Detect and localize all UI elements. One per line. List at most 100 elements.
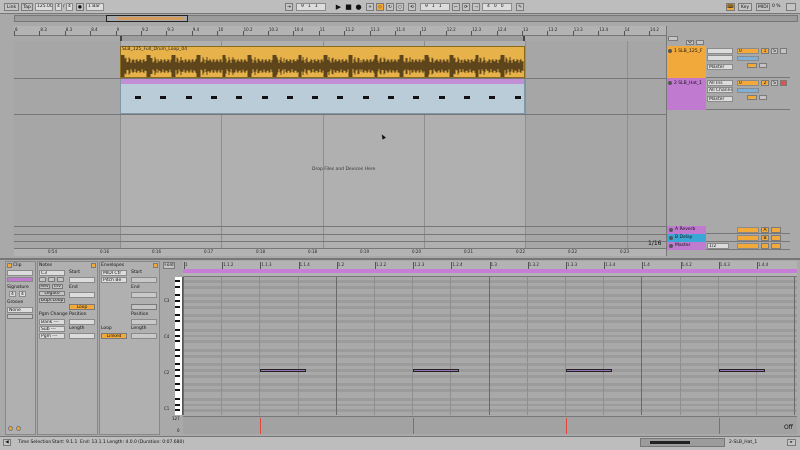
- clip-sig-den[interactable]: 4: [19, 291, 26, 297]
- return-letter[interactable]: B: [761, 235, 769, 241]
- dupl-loop-button[interactable]: Dupl.Loop: [39, 298, 65, 303]
- envelope-control-select[interactable]: Pitch Be: [101, 277, 127, 283]
- return-volume[interactable]: [737, 243, 759, 249]
- play-button[interactable]: ▶: [334, 3, 343, 11]
- note-field[interactable]: C3: [39, 270, 65, 276]
- midi-button[interactable]: MIDI: [756, 3, 770, 11]
- groove-select[interactable]: None: [7, 307, 33, 313]
- arrangement-scrollbar[interactable]: [790, 46, 796, 242]
- transpose-down[interactable]: [39, 277, 46, 282]
- output-select[interactable]: Master: [707, 64, 733, 70]
- loop-button[interactable]: ⟳: [462, 3, 470, 11]
- reenable-automation-button[interactable]: ↻: [386, 3, 394, 11]
- piano-black-key[interactable]: [175, 320, 180, 323]
- clip-color-swatch[interactable]: [7, 277, 33, 282]
- return-volume[interactable]: [737, 227, 759, 233]
- loop-length-field[interactable]: 4 0 0: [482, 3, 512, 11]
- loop-start-field[interactable]: 9 1 1: [420, 3, 450, 11]
- track-fold-icon[interactable]: [668, 81, 672, 85]
- track-fold-icon[interactable]: [668, 49, 672, 53]
- transpose-up[interactable]: [57, 277, 64, 282]
- return-letter[interactable]: [761, 243, 769, 249]
- status-toggle-right[interactable]: ▸: [787, 439, 796, 446]
- key-button[interactable]: Key: [738, 3, 752, 11]
- return-fold-icon[interactable]: [669, 244, 673, 248]
- follow-button[interactable]: ⇥: [285, 3, 293, 11]
- stop-button[interactable]: ■: [344, 3, 353, 11]
- midi-clip[interactable]: [120, 78, 525, 114]
- arrangement-ruler[interactable]: [14, 26, 666, 36]
- piano-black-key[interactable]: [175, 279, 180, 282]
- return-auto[interactable]: [771, 243, 781, 249]
- editor-loop-bar[interactable]: [183, 269, 797, 273]
- velocity-bar[interactable]: [413, 418, 414, 434]
- draw-mode-button[interactable]: ✎: [516, 3, 524, 11]
- legato-button[interactable]: Legato: [39, 291, 65, 296]
- clip-name-field[interactable]: [7, 270, 33, 276]
- piano-black-key[interactable]: [175, 340, 180, 343]
- env-loop-toggle[interactable]: [131, 304, 157, 310]
- return-letter[interactable]: A: [761, 227, 769, 233]
- piano-black-key[interactable]: [175, 403, 180, 406]
- piano-black-key[interactable]: [175, 294, 180, 297]
- piano-black-key[interactable]: [175, 389, 180, 392]
- clip-sig-num[interactable]: 4: [9, 291, 16, 297]
- arm-button[interactable]: [780, 80, 787, 86]
- monitor-off[interactable]: [759, 95, 767, 100]
- inv-button[interactable]: Inv: [52, 284, 63, 289]
- metronome-button[interactable]: ●: [76, 3, 84, 11]
- env-linked-button[interactable]: Linked: [101, 333, 127, 339]
- piano-keyboard[interactable]: [175, 277, 183, 415]
- volume-field[interactable]: 0: [737, 48, 759, 54]
- input-type-select[interactable]: All Ins: [707, 80, 733, 86]
- velocity-bar[interactable]: [566, 418, 567, 434]
- link-button[interactable]: Link: [4, 3, 19, 11]
- automation-arm-button[interactable]: ◇: [376, 3, 384, 11]
- midi-note[interactable]: [413, 369, 459, 372]
- env-length-field[interactable]: [131, 333, 157, 339]
- track-header-toggle-2[interactable]: ⚙: [686, 40, 694, 45]
- commit-button[interactable]: [7, 314, 33, 319]
- notes-toggle[interactable]: [91, 263, 96, 268]
- input-type-select[interactable]: [707, 48, 733, 54]
- sub-field[interactable]: Sub ---: [39, 326, 65, 332]
- overdub-button[interactable]: +: [366, 3, 374, 11]
- arrangement-position[interactable]: 9 1 1: [296, 3, 326, 11]
- track-activator[interactable]: 1: [761, 48, 769, 54]
- midi-note[interactable]: [566, 369, 612, 372]
- audio-clip[interactable]: SLB_125_Full_Drum_Loop_04: [120, 46, 525, 78]
- midi-note[interactable]: [719, 369, 765, 372]
- master-ratio[interactable]: 1/2: [707, 243, 729, 249]
- return-auto[interactable]: [771, 227, 781, 233]
- transpose-mid[interactable]: [48, 277, 55, 282]
- piano-black-key[interactable]: [175, 328, 180, 331]
- env-end-field[interactable]: [131, 292, 157, 298]
- output-select[interactable]: Master: [707, 96, 733, 102]
- position-field[interactable]: [69, 319, 95, 325]
- clip-toggle-b[interactable]: [16, 426, 21, 431]
- return-header[interactable]: Master 1/2: [667, 242, 790, 250]
- piano-black-key[interactable]: [175, 348, 180, 351]
- solo-button[interactable]: S: [771, 80, 778, 86]
- monitor-off[interactable]: [759, 63, 767, 68]
- solo-button[interactable]: S: [771, 48, 778, 54]
- midi-note[interactable]: [260, 369, 306, 372]
- signature-den[interactable]: 4: [66, 3, 73, 11]
- quantize-select[interactable]: 1 Bar: [86, 3, 104, 11]
- tap-button[interactable]: Tap: [21, 3, 33, 11]
- track-header[interactable]: 2 SLB_Hat_1 All Ins All Channe Master 0 2 S: [667, 78, 790, 110]
- velocity-bar[interactable]: [719, 418, 720, 434]
- piano-black-key[interactable]: [175, 285, 180, 288]
- envelope-device-select[interactable]: MIDI Ctr: [101, 270, 127, 276]
- monitor-auto[interactable]: [747, 63, 757, 68]
- piano-black-key[interactable]: [175, 369, 180, 371]
- piano-black-key[interactable]: [175, 314, 180, 317]
- status-info-toggle[interactable]: ◀: [3, 439, 11, 446]
- piano-black-key[interactable]: [175, 334, 180, 337]
- return-header[interactable]: A Reverb A: [667, 226, 790, 234]
- piano-black-key[interactable]: [175, 383, 180, 386]
- track-header[interactable]: 1 SLB_125_F Master 0 1 S: [667, 46, 790, 78]
- end-field[interactable]: [69, 292, 95, 298]
- record-button[interactable]: ●: [354, 3, 363, 11]
- piano-black-key[interactable]: [175, 354, 180, 357]
